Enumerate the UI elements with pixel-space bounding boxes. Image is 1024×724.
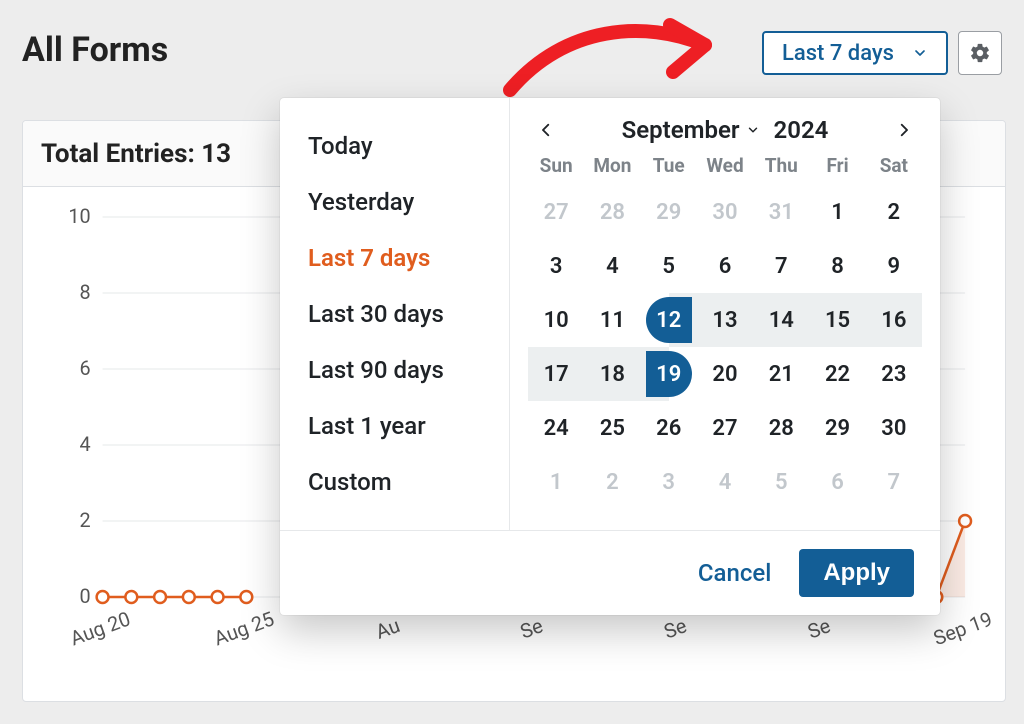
calendar-day[interactable]: 9 [866, 239, 922, 293]
calendar-day[interactable]: 6 [697, 239, 753, 293]
year-label: 2024 [774, 116, 829, 144]
calendar-day[interactable]: 5 [753, 455, 809, 509]
svg-text:Se: Se [517, 614, 546, 643]
preset-today[interactable]: Today [280, 118, 509, 174]
cancel-button[interactable]: Cancel [698, 559, 771, 587]
calendar-day[interactable]: 30 [866, 401, 922, 455]
chevron-right-icon [895, 121, 913, 139]
calendar-day[interactable]: 18 [584, 347, 640, 401]
svg-text:8: 8 [80, 281, 91, 304]
calendar-day[interactable]: 27 [697, 401, 753, 455]
calendar-day[interactable]: 24 [528, 401, 584, 455]
calendar-day[interactable]: 2 [584, 455, 640, 509]
preset-last_90[interactable]: Last 90 days [280, 342, 509, 398]
calendar-day[interactable]: 5 [641, 239, 697, 293]
calendar-day[interactable]: 7 [753, 239, 809, 293]
svg-text:Aug 20: Aug 20 [67, 607, 133, 650]
calendar-day[interactable]: 7 [866, 455, 922, 509]
total-entries-label: Total Entries: [41, 139, 195, 169]
calendar-day[interactable]: 29 [641, 185, 697, 239]
svg-text:Au: Au [373, 614, 403, 644]
month-select[interactable]: September [622, 116, 760, 144]
calendar-day[interactable]: 17 [528, 347, 584, 401]
calendar-day[interactable]: 28 [753, 401, 809, 455]
dow-label: Sun [528, 154, 584, 185]
svg-text:Se: Se [661, 614, 690, 643]
svg-text:2: 2 [80, 509, 91, 532]
calendar: September 2024 SunMonTueWedThuFriSat2728… [510, 98, 940, 530]
preset-custom[interactable]: Custom [280, 454, 509, 510]
svg-text:6: 6 [80, 357, 91, 380]
calendar-day[interactable]: 15 [809, 293, 865, 347]
calendar-day[interactable]: 28 [584, 185, 640, 239]
dow-label: Mon [584, 154, 640, 185]
calendar-day[interactable]: 12 [641, 293, 697, 347]
calendar-day[interactable]: 13 [697, 293, 753, 347]
calendar-day[interactable]: 23 [866, 347, 922, 401]
total-entries-value: 13 [201, 139, 231, 169]
dow-label: Wed [697, 154, 753, 185]
preset-last_30[interactable]: Last 30 days [280, 286, 509, 342]
month-label: September [622, 116, 740, 144]
apply-button[interactable]: Apply [799, 549, 914, 597]
dow-label: Sat [866, 154, 922, 185]
chevron-down-icon [746, 123, 760, 137]
chevron-down-icon [912, 45, 928, 61]
preset-last_7[interactable]: Last 7 days [280, 230, 509, 286]
settings-button[interactable] [958, 31, 1002, 75]
calendar-day[interactable]: 2 [866, 185, 922, 239]
svg-text:Se: Se [805, 614, 834, 643]
calendar-day[interactable]: 4 [584, 239, 640, 293]
prev-month-button[interactable] [532, 116, 560, 144]
preset-last_year[interactable]: Last 1 year [280, 398, 509, 454]
calendar-day[interactable]: 25 [584, 401, 640, 455]
calendar-day[interactable]: 29 [809, 401, 865, 455]
date-range-label: Last 7 days [782, 41, 894, 66]
calendar-day[interactable]: 1 [809, 185, 865, 239]
calendar-day[interactable]: 8 [809, 239, 865, 293]
date-range-popover: TodayYesterdayLast 7 daysLast 30 daysLas… [280, 98, 940, 615]
calendar-day[interactable]: 26 [641, 401, 697, 455]
calendar-day[interactable]: 4 [697, 455, 753, 509]
calendar-day[interactable]: 16 [866, 293, 922, 347]
calendar-day[interactable]: 21 [753, 347, 809, 401]
svg-text:Aug 25: Aug 25 [211, 607, 277, 650]
preset-list: TodayYesterdayLast 7 daysLast 30 daysLas… [280, 98, 510, 530]
calendar-day[interactable]: 6 [809, 455, 865, 509]
calendar-day[interactable]: 20 [697, 347, 753, 401]
calendar-day[interactable]: 10 [528, 293, 584, 347]
calendar-day[interactable]: 31 [753, 185, 809, 239]
svg-text:Sep 19: Sep 19 [930, 608, 995, 651]
calendar-day[interactable]: 30 [697, 185, 753, 239]
svg-text:10: 10 [68, 205, 90, 228]
svg-text:0: 0 [80, 585, 91, 608]
svg-text:4: 4 [80, 433, 91, 456]
dow-label: Tue [641, 154, 697, 185]
preset-yesterday[interactable]: Yesterday [280, 174, 509, 230]
calendar-day[interactable]: 22 [809, 347, 865, 401]
chevron-left-icon [537, 121, 555, 139]
dow-label: Thu [753, 154, 809, 185]
calendar-day[interactable]: 27 [528, 185, 584, 239]
next-month-button[interactable] [890, 116, 918, 144]
calendar-day[interactable]: 19 [641, 347, 697, 401]
date-range-button[interactable]: Last 7 days [762, 31, 948, 75]
dow-label: Fri [809, 154, 865, 185]
calendar-day[interactable]: 3 [528, 239, 584, 293]
calendar-day[interactable]: 1 [528, 455, 584, 509]
calendar-day[interactable]: 14 [753, 293, 809, 347]
calendar-day[interactable]: 11 [584, 293, 640, 347]
gear-icon [969, 42, 991, 64]
calendar-day[interactable]: 3 [641, 455, 697, 509]
